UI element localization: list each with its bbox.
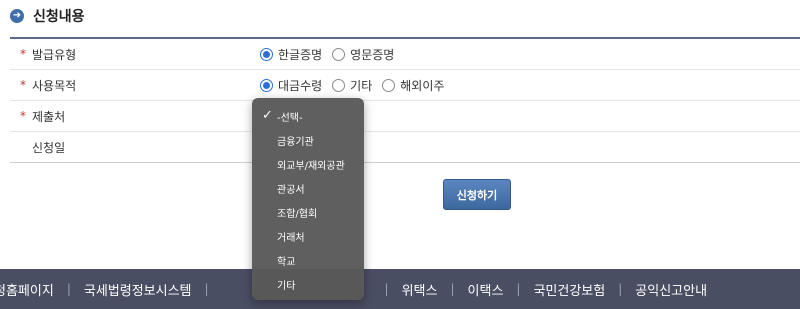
radio-english-cert[interactable]: 영문증명	[332, 46, 394, 63]
submit-to-dropdown[interactable]: ✓ -선택- 금융기관 외교부/재외공관 관공서 조합/협회 거래처 학교 기타	[252, 98, 364, 300]
footer-separator: |	[516, 282, 521, 296]
radio-other[interactable]: 기타	[332, 77, 372, 94]
required-mark: *	[20, 47, 26, 61]
radio-label: 기타	[350, 78, 373, 93]
footer-link-health-insurance[interactable]: 국민건강보험	[533, 280, 605, 299]
application-form: * 발급유형 한글증명 영문증명 * 사용목적 대금수령 기타 해외이주 * 제…	[10, 37, 800, 163]
radio-selected-icon[interactable]	[260, 78, 273, 92]
footer-separator: |	[384, 282, 389, 296]
radio-label: 영문증명	[350, 47, 395, 62]
issue-type-options: 한글증명 영문증명	[252, 39, 800, 69]
radio-emigration[interactable]: 해외이주	[382, 77, 444, 94]
footer-separator: |	[450, 282, 455, 296]
footer-link-bar: 청홈페이지 | 국세법령정보시스템 | | 위택스 | 이택스 | 국민건강보험…	[0, 269, 800, 309]
dropdown-option-other[interactable]: 기타	[252, 272, 364, 296]
section-heading: ➜ 신청내용	[10, 6, 85, 26]
form-row-application-date: 신청일	[10, 132, 800, 163]
issue-type-label: 발급유형	[32, 47, 77, 62]
purpose-label-cell: * 사용목적	[10, 70, 252, 100]
submit-to-label: 제출처	[32, 109, 66, 124]
arrow-right-circle-icon: ➜	[10, 9, 24, 23]
radio-unselected-icon[interactable]	[332, 47, 346, 61]
dropdown-option-foreign-ministry[interactable]: 외교부/재외공관	[252, 152, 364, 176]
radio-label: 한글증명	[278, 47, 323, 62]
footer-separator: |	[66, 282, 71, 296]
dropdown-option-business-partner[interactable]: 거래처	[252, 224, 364, 248]
apply-button[interactable]: 신청하기	[443, 179, 511, 210]
form-row-purpose: * 사용목적 대금수령 기타 해외이주	[10, 70, 800, 101]
radio-label: 대금수령	[278, 78, 323, 93]
required-mark: *	[20, 78, 26, 92]
radio-unselected-icon[interactable]	[332, 78, 346, 92]
dropdown-option-government-office[interactable]: 관공서	[252, 176, 364, 200]
radio-unselected-icon[interactable]	[382, 78, 396, 92]
footer-separator: |	[618, 282, 623, 296]
footer-link-homepage[interactable]: 청홈페이지	[0, 280, 54, 299]
footer-link-etax[interactable]: 이택스	[468, 280, 504, 299]
checkmark-icon: ✓	[262, 108, 273, 123]
application-date-label-cell: 신청일	[10, 132, 252, 162]
dropdown-option-select[interactable]: ✓ -선택-	[252, 104, 364, 128]
form-row-issue-type: * 발급유형 한글증명 영문증명	[10, 39, 800, 70]
required-mark: *	[20, 109, 26, 123]
purpose-label: 사용목적	[32, 78, 77, 93]
footer-link-tax-law-system[interactable]: 국세법령정보시스템	[84, 280, 192, 299]
option-label: -선택-	[277, 112, 303, 124]
radio-label: 해외이주	[400, 78, 445, 93]
dropdown-option-association[interactable]: 조합/협회	[252, 200, 364, 224]
section-title: 신청내용	[33, 9, 85, 25]
radio-payment-receipt[interactable]: 대금수령	[260, 77, 322, 94]
purpose-options: 대금수령 기타 해외이주	[252, 70, 800, 100]
radio-selected-icon[interactable]	[260, 47, 273, 61]
footer-link-whistleblower-guide[interactable]: 공익신고안내	[635, 280, 707, 299]
dropdown-option-school[interactable]: 학교	[252, 248, 364, 272]
issue-type-label-cell: * 발급유형	[10, 39, 252, 69]
radio-korean-cert[interactable]: 한글증명	[260, 46, 322, 63]
submit-to-label-cell: * 제출처	[10, 101, 252, 131]
form-row-submit-to: * 제출처	[10, 101, 800, 132]
application-date-label: 신청일	[32, 140, 66, 155]
dropdown-option-financial-institution[interactable]: 금융기관	[252, 128, 364, 152]
footer-separator: |	[204, 282, 209, 296]
footer-link-wetax[interactable]: 위택스	[402, 280, 438, 299]
